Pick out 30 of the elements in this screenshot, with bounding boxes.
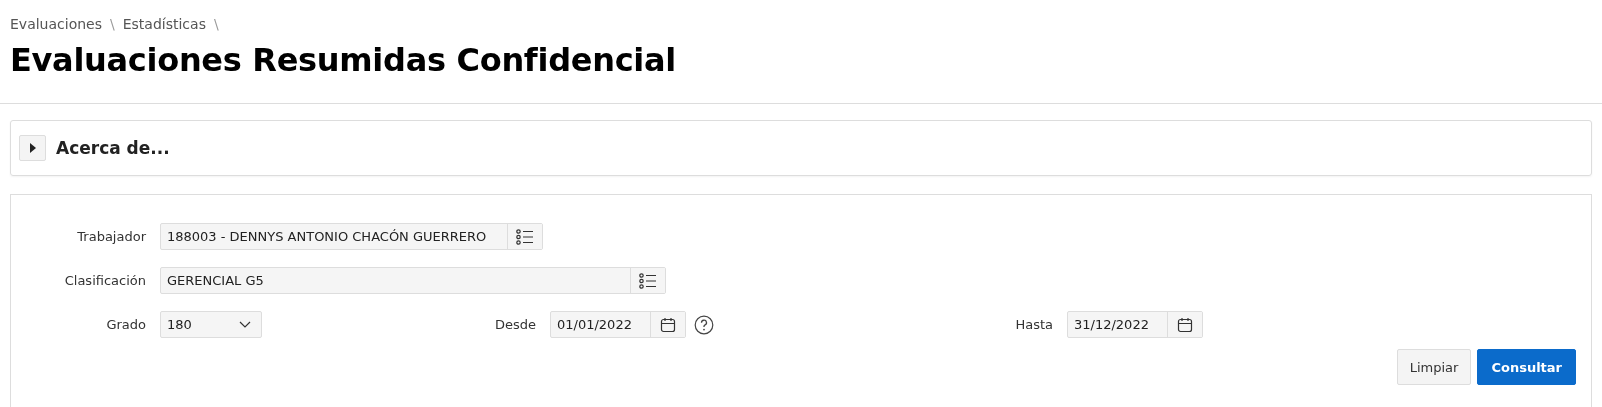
field-label: Grado	[105, 317, 147, 332]
lookup-field[interactable]: 188003 - DENNYS ANTONIO CHACÓN GUERRERO	[160, 223, 543, 250]
breadcrumb-link[interactable]: Evaluaciones	[10, 16, 102, 32]
help-icon[interactable]	[694, 314, 714, 335]
panel-title: Acerca de...	[56, 138, 170, 158]
field-label: Clasificación	[63, 273, 147, 288]
chevron-down-icon	[239, 321, 251, 328]
clear-button[interactable]: Limpiar	[1396, 349, 1472, 385]
calendar-icon	[660, 316, 676, 333]
list-button[interactable]	[630, 268, 665, 293]
caret-icon	[28, 143, 37, 153]
field-label: Trabajador	[76, 229, 147, 244]
breadcrumb-link[interactable]: Estadísticas	[122, 16, 206, 32]
page-title: Evaluaciones Resumidas Confidencial	[10, 41, 677, 79]
calendar-button[interactable]	[1167, 312, 1202, 337]
expand-toggle[interactable]	[19, 135, 46, 161]
consult-button[interactable]: Consultar	[1477, 349, 1576, 385]
list-icon	[639, 272, 657, 289]
field-label: Desde	[493, 317, 537, 332]
breadcrumb-separator: \	[213, 16, 219, 32]
calendar-icon	[1177, 316, 1193, 333]
list-button[interactable]	[507, 224, 542, 249]
list-icon	[516, 228, 534, 245]
lookup-field[interactable]: GERENCIAL G5	[160, 267, 666, 294]
calendar-button[interactable]	[650, 312, 685, 337]
date-field[interactable]: 01/01/2022	[550, 311, 686, 338]
field-label: Hasta	[1014, 317, 1054, 332]
select-field[interactable]: 180	[160, 311, 262, 338]
date-field[interactable]: 31/12/2022	[1067, 311, 1203, 338]
breadcrumb-separator: \	[110, 16, 115, 32]
